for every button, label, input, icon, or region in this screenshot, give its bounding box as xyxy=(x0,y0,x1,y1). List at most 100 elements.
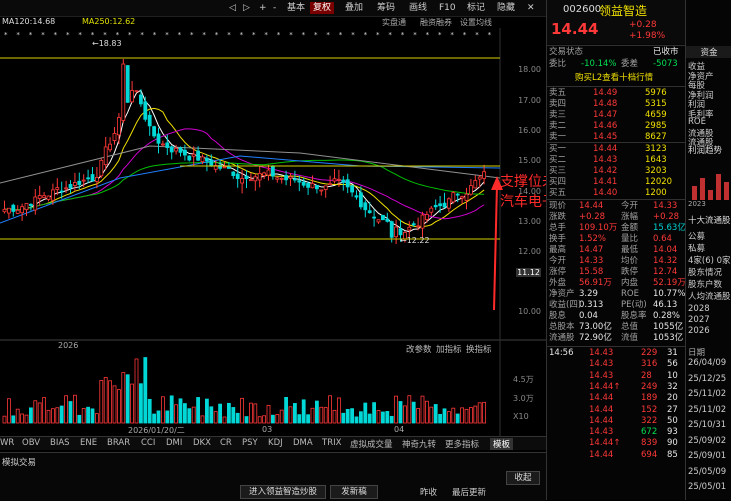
event-marker[interactable]: * xyxy=(140,31,144,39)
tab-dmi[interactable]: DMI xyxy=(166,438,182,448)
l2-link[interactable]: 购买L2查看十档行情 xyxy=(575,73,653,84)
stat-label: 换手 xyxy=(549,234,567,244)
event-marker[interactable]: * xyxy=(153,31,157,39)
event-marker[interactable]: * xyxy=(240,31,244,39)
event-marker[interactable]: * xyxy=(488,31,492,39)
volume-bar xyxy=(152,413,157,424)
zoom-out-button[interactable]: - xyxy=(270,2,279,14)
tab-draw[interactable]: 画线 xyxy=(406,2,430,14)
event-marker[interactable]: * xyxy=(252,31,256,39)
vol-param-button[interactable]: 改参数 xyxy=(406,343,432,355)
event-marker[interactable]: * xyxy=(4,31,8,39)
tab-chips[interactable]: 筹码 xyxy=(374,2,398,14)
tab-more-indicators[interactable]: 更多指标 xyxy=(445,438,479,450)
link-shipan[interactable]: 实盘通 xyxy=(382,17,406,28)
kline-svg[interactable]: * * * * * * * * * * * * * * * * * * * * * * * * * * * * * * * * * * * * * * * * xyxy=(0,28,546,436)
tab-f10[interactable]: F10 xyxy=(436,2,459,14)
new-order-button[interactable]: 发新稿 xyxy=(330,485,378,499)
tab-ene[interactable]: ENE xyxy=(80,438,97,448)
far-row: 股东情况 xyxy=(688,268,723,278)
sell-level-label: 卖五 xyxy=(549,88,567,98)
event-marker[interactable]: * xyxy=(289,31,293,39)
link-ma-settings[interactable]: 设置均线 xyxy=(460,17,492,28)
close-icon[interactable]: ✕ xyxy=(524,2,538,14)
tab-dkx[interactable]: DKX xyxy=(193,438,211,448)
stat-label: 涨跌 xyxy=(549,212,567,222)
event-marker[interactable]: * xyxy=(351,31,355,39)
event-marker[interactable]: * xyxy=(314,31,318,39)
tab-template[interactable]: 模板 xyxy=(490,438,514,450)
tab-wr[interactable]: WR xyxy=(0,438,14,448)
tab-brar[interactable]: BRAR xyxy=(107,438,130,448)
event-marker[interactable]: * xyxy=(302,31,306,39)
event-marker[interactable]: * xyxy=(202,31,206,39)
event-marker[interactable]: * xyxy=(78,31,82,39)
volume-bar xyxy=(226,402,231,424)
tab-trix[interactable]: TRIX xyxy=(322,438,341,448)
event-marker[interactable]: * xyxy=(190,31,194,39)
event-marker[interactable]: * xyxy=(413,31,417,39)
event-marker[interactable]: * xyxy=(91,31,95,39)
tab-kdj[interactable]: KDJ xyxy=(268,438,283,448)
event-marker[interactable]: * xyxy=(29,31,33,39)
event-marker[interactable]: * xyxy=(227,31,231,39)
event-marker[interactable]: * xyxy=(339,31,343,39)
tab-psy[interactable]: PSY xyxy=(242,438,258,448)
volume-bar xyxy=(81,407,86,424)
tab-cr[interactable]: CR xyxy=(220,438,232,448)
event-marker[interactable]: * xyxy=(103,31,107,39)
tab-hide[interactable]: 隐藏 xyxy=(494,2,518,14)
event-marker[interactable]: * xyxy=(165,31,169,39)
candle-body xyxy=(336,178,341,181)
event-marker[interactable]: * xyxy=(264,31,268,39)
event-marker[interactable]: * xyxy=(41,31,45,39)
event-marker[interactable]: * xyxy=(66,31,70,39)
event-marker[interactable]: * xyxy=(475,31,479,39)
kline-chart-area[interactable]: ◁ ▷ + - 基本 复权 叠加 筹码 画线 F10 标记 隐藏 ✕ MA120… xyxy=(0,0,682,501)
tab-overlay[interactable]: 叠加 xyxy=(342,2,366,14)
event-marker[interactable]: * xyxy=(401,31,405,39)
event-marker[interactable]: * xyxy=(215,31,219,39)
candle-body xyxy=(367,210,372,214)
event-marker[interactable]: * xyxy=(178,31,182,39)
event-marker[interactable]: * xyxy=(364,31,368,39)
event-marker[interactable]: * xyxy=(326,31,330,39)
vol-change-indicator[interactable]: 换指标 xyxy=(466,343,492,355)
candle-body xyxy=(121,63,126,121)
stat-value: 1055亿 xyxy=(653,322,684,332)
event-marker[interactable]: * xyxy=(16,31,20,39)
tab-mark[interactable]: 标记 xyxy=(464,2,488,14)
stat-label: 流通股 xyxy=(549,333,575,343)
tick-price: 14.43 xyxy=(589,348,614,358)
fund-tab[interactable]: 资金 xyxy=(686,46,731,58)
event-marker[interactable]: * xyxy=(116,31,120,39)
event-marker[interactable]: * xyxy=(426,31,430,39)
nav-left-button[interactable]: ◁ xyxy=(226,2,239,14)
enter-trade-button[interactable]: 进入领益智造炒股 xyxy=(240,485,326,499)
tab-magic-nine[interactable]: 神奇九转 xyxy=(402,438,436,450)
zoom-in-button[interactable]: + xyxy=(256,2,270,14)
event-marker[interactable]: * xyxy=(277,31,281,39)
tab-basic[interactable]: 基本 xyxy=(284,2,308,14)
tab-bias[interactable]: BIAS xyxy=(50,438,70,448)
sell-price: 14.46 xyxy=(593,121,618,131)
collapse-button[interactable]: 收起 xyxy=(506,471,540,485)
tab-fuquan[interactable]: 复权 xyxy=(310,2,335,14)
low-value: 12.22 xyxy=(406,236,430,245)
event-marker[interactable]: * xyxy=(450,31,454,39)
tab-dma[interactable]: DMA xyxy=(293,438,313,448)
nav-right-button[interactable]: ▷ xyxy=(240,2,253,14)
event-marker[interactable]: * xyxy=(54,31,58,39)
tab-virtual-volume[interactable]: 虚拟成交量 xyxy=(350,438,393,450)
vol-add-indicator[interactable]: 加指标 xyxy=(436,343,462,355)
event-marker[interactable]: * xyxy=(388,31,392,39)
candle-body xyxy=(424,214,429,220)
event-marker[interactable]: * xyxy=(438,31,442,39)
tick-count: 31 xyxy=(667,348,678,358)
event-marker[interactable]: * xyxy=(463,31,467,39)
event-marker[interactable]: * xyxy=(376,31,380,39)
tab-cci[interactable]: CCI xyxy=(141,438,155,448)
tab-obv[interactable]: OBV xyxy=(22,438,40,448)
link-margin[interactable]: 融资融券 xyxy=(420,17,452,28)
event-marker[interactable]: * xyxy=(128,31,132,39)
